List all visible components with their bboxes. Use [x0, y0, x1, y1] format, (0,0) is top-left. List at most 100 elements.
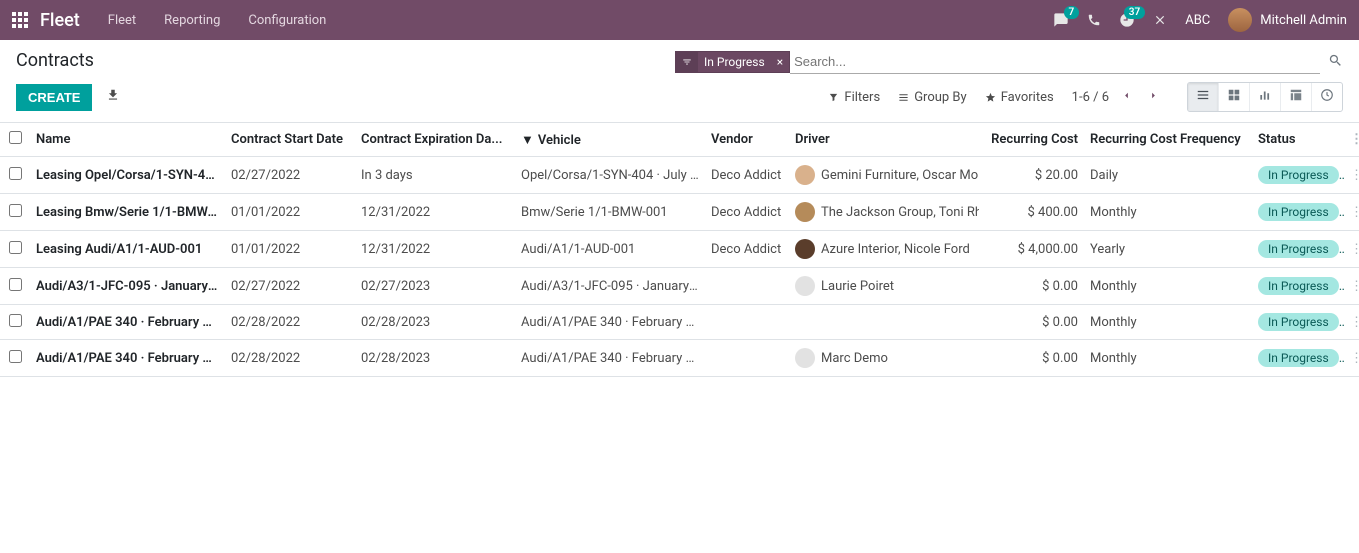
filter-icon [676, 52, 698, 72]
row-menu-icon[interactable]: ⋮ [1350, 168, 1359, 183]
col-recurring-cost[interactable]: Recurring Cost [979, 123, 1084, 157]
cell-expiration: 12/31/2022 [355, 231, 515, 268]
driver-avatar [795, 276, 815, 296]
row-checkbox[interactable] [9, 241, 22, 254]
row-menu-icon[interactable]: ⋮ [1350, 242, 1359, 257]
favorites-button[interactable]: Favorites [985, 90, 1054, 105]
col-vendor[interactable]: Vendor [705, 123, 789, 157]
filter-chip-close[interactable]: × [771, 55, 789, 69]
cell-cost: $ 400.00 [979, 194, 1084, 231]
cell-start: 02/27/2022 [225, 268, 355, 305]
nav-menu: Fleet Reporting Configuration [108, 13, 327, 28]
driver-avatar [795, 348, 815, 368]
search-input[interactable] [790, 50, 1320, 74]
row-checkbox[interactable] [9, 278, 22, 291]
messages-badge: 7 [1064, 6, 1080, 19]
row-menu-icon[interactable]: ⋮ [1350, 279, 1359, 294]
view-graph[interactable] [1250, 83, 1281, 111]
cell-freq: Monthly [1084, 268, 1252, 305]
row-menu-icon[interactable]: ⋮ [1350, 205, 1359, 220]
select-all[interactable] [0, 123, 30, 157]
table-row[interactable]: Audi/A1/PAE 340 · February 2...02/28/202… [0, 305, 1359, 340]
col-status[interactable]: Status [1252, 123, 1344, 157]
table-row[interactable]: Leasing Bmw/Serie 1/1-BMW-...01/01/20221… [0, 194, 1359, 231]
row-checkbox[interactable] [9, 350, 22, 363]
filter-chip-label[interactable]: In Progress [698, 55, 771, 69]
col-expiration[interactable]: Contract Expiration Da... [355, 123, 515, 157]
cell-freq: Monthly [1084, 194, 1252, 231]
cell-name: Audi/A3/1-JFC-095 · January ... [30, 268, 225, 305]
cell-expiration: 02/27/2023 [355, 268, 515, 305]
row-checkbox[interactable] [9, 204, 22, 217]
driver-name: Marc Demo [821, 351, 888, 366]
cell-cost: $ 0.00 [979, 268, 1084, 305]
table-row[interactable]: Audi/A1/PAE 340 · February 2...02/28/202… [0, 340, 1359, 377]
next-page[interactable] [1144, 86, 1163, 109]
pager-text[interactable]: 1-6 / 6 [1072, 90, 1109, 105]
create-button[interactable]: CREATE [16, 84, 92, 111]
nav-fleet[interactable]: Fleet [108, 13, 136, 28]
row-checkbox[interactable] [9, 167, 22, 180]
view-activity[interactable] [1312, 83, 1342, 111]
view-list[interactable] [1188, 83, 1219, 111]
table-row[interactable]: Leasing Opel/Corsa/1-SYN-40...02/27/2022… [0, 157, 1359, 194]
nav-reporting[interactable]: Reporting [164, 13, 220, 28]
col-name[interactable]: Name [30, 123, 225, 157]
download-button[interactable] [106, 88, 120, 106]
cell-vehicle: Bmw/Serie 1/1-BMW-001 [515, 194, 705, 231]
cell-start: 02/27/2022 [225, 157, 355, 194]
view-pivot[interactable] [1281, 83, 1312, 111]
col-recurring-freq[interactable]: Recurring Cost Frequency [1084, 123, 1252, 157]
cell-vehicle: Audi/A1/PAE 340 · February 2... [515, 340, 705, 377]
apps-icon[interactable] [12, 12, 28, 28]
row-menu-icon[interactable]: ⋮ [1350, 351, 1359, 366]
status-badge: In Progress [1258, 166, 1339, 184]
row-checkbox[interactable] [9, 314, 22, 327]
user-menu[interactable]: Mitchell Admin [1228, 8, 1347, 32]
select-all-checkbox[interactable] [9, 131, 22, 144]
activities-icon[interactable]: 37 [1119, 12, 1135, 28]
cell-status: In Progress [1252, 157, 1344, 194]
phone-icon[interactable] [1087, 13, 1101, 27]
col-driver[interactable]: Driver [789, 123, 979, 157]
col-start[interactable]: Contract Start Date [225, 123, 355, 157]
cell-driver: Azure Interior, Nicole Ford [789, 231, 979, 268]
toolbar-right: Filters Group By Favorites 1-6 / 6 [828, 82, 1343, 112]
groupby-button[interactable]: Group By [898, 90, 967, 105]
topbar-right: 7 37 ABC Mitchell Admin [1053, 8, 1347, 32]
driver-name: The Jackson Group, Toni Rh [821, 205, 979, 220]
driver-avatar [795, 239, 815, 259]
view-kanban[interactable] [1219, 83, 1250, 111]
col-vehicle[interactable]: ▼Vehicle [515, 123, 705, 157]
brand[interactable]: Fleet [40, 10, 80, 31]
filters-button[interactable]: Filters [828, 90, 880, 105]
messages-icon[interactable]: 7 [1053, 12, 1069, 28]
status-badge: In Progress [1258, 277, 1339, 295]
prev-page[interactable] [1117, 86, 1136, 109]
table-header-row: Name Contract Start Date Contract Expira… [0, 123, 1359, 157]
sort-desc-icon: ▼ [521, 133, 534, 148]
pager: 1-6 / 6 [1072, 86, 1163, 109]
groupby-label: Group By [914, 90, 967, 105]
cell-vendor [705, 340, 789, 377]
status-badge: In Progress [1258, 203, 1339, 221]
search-icon[interactable] [1328, 53, 1343, 72]
cell-status: In Progress [1252, 305, 1344, 340]
debug-icon[interactable] [1153, 13, 1167, 27]
cell-vendor [705, 305, 789, 340]
cell-start: 01/01/2022 [225, 231, 355, 268]
cell-start: 02/28/2022 [225, 305, 355, 340]
cell-driver: Gemini Furniture, Oscar Mor [789, 157, 979, 194]
cell-start: 01/01/2022 [225, 194, 355, 231]
user-name: Mitchell Admin [1260, 13, 1347, 28]
nav-configuration[interactable]: Configuration [248, 13, 326, 28]
cell-expiration: 12/31/2022 [355, 194, 515, 231]
cell-freq: Daily [1084, 157, 1252, 194]
cell-vehicle: Opel/Corsa/1-SYN-404 · July ... [515, 157, 705, 194]
row-menu-icon[interactable]: ⋮ [1350, 315, 1359, 330]
company-selector[interactable]: ABC [1185, 13, 1210, 28]
table-row[interactable]: Leasing Audi/A1/1-AUD-00101/01/202212/31… [0, 231, 1359, 268]
topbar: Fleet Fleet Reporting Configuration 7 37… [0, 0, 1359, 40]
table-row[interactable]: Audi/A3/1-JFC-095 · January ...02/27/202… [0, 268, 1359, 305]
col-optional[interactable]: ⋮ [1344, 123, 1359, 157]
